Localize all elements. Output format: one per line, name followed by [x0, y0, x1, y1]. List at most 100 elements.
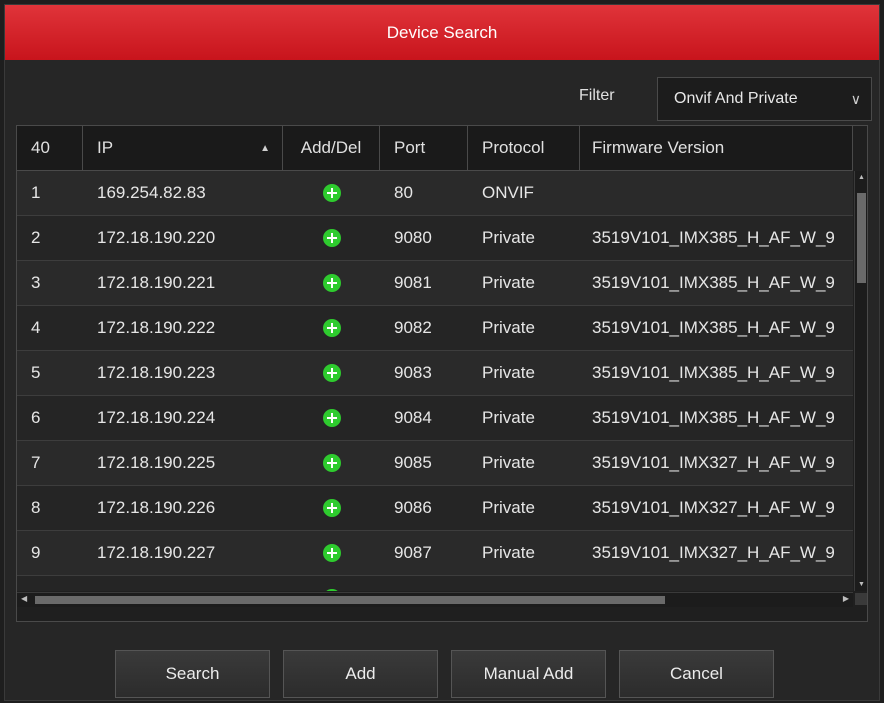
row-protocol: Private [482, 273, 535, 292]
row-port: 9087 [394, 543, 432, 562]
row-protocol: ONVIF [482, 183, 534, 202]
add-device-button[interactable] [283, 171, 380, 215]
table-row[interactable]: 5 172.18.190.223 9083 Private 3519V101_I… [17, 351, 853, 396]
row-protocol: Private [482, 363, 535, 382]
row-firmware: 3519V101_IMX385_H_AF_W_9 [592, 408, 835, 427]
row-index: 2 [31, 228, 41, 247]
header-port[interactable]: Port [380, 126, 468, 170]
table-row[interactable]: 6 172.18.190.224 9084 Private 3519V101_I… [17, 396, 853, 441]
scroll-down-icon[interactable]: ▼ [858, 581, 865, 588]
header-ip[interactable]: IP ▲ [83, 126, 283, 170]
row-protocol: Private [482, 228, 535, 247]
table-row[interactable]: 8 172.18.190.226 9086 Private 3519V101_I… [17, 486, 853, 531]
table-header: 40 IP ▲ Add/Del Port Protocol Firmware V… [17, 126, 853, 171]
table-row[interactable]: 3 172.18.190.221 9081 Private 3519V101_I… [17, 261, 853, 306]
plus-circle-icon [322, 364, 341, 382]
row-ip: 172.18.190.225 [97, 453, 216, 472]
manual-add-button[interactable]: Manual Add [451, 650, 606, 698]
row-index: 7 [31, 453, 41, 472]
table-body: 1 169.254.82.83 80 ONVIF 2 172.18.190.22… [17, 171, 853, 591]
add-button[interactable]: Add [283, 650, 438, 698]
row-index: 9 [31, 543, 41, 562]
filter-value: Onvif And Private [674, 90, 798, 107]
row-ip: 172.18.190.228 [83, 576, 283, 591]
add-device-button[interactable] [283, 441, 380, 485]
horizontal-scroll-thumb[interactable] [35, 596, 665, 604]
header-firmware[interactable]: Firmware Version [580, 126, 853, 170]
scroll-left-icon[interactable]: ◀ [21, 594, 27, 603]
scrollbar-corner [855, 593, 867, 605]
plus-circle-icon [322, 409, 341, 427]
row-port: 9084 [394, 408, 432, 427]
add-device-button[interactable] [283, 396, 380, 440]
row-firmware: 3519V101_IMX385_H_AF_W_9 [592, 318, 835, 337]
row-ip: 172.18.190.226 [97, 498, 216, 517]
device-search-dialog: Device Search Filter Onvif And Private ∨… [4, 4, 880, 701]
add-device-button[interactable] [283, 351, 380, 395]
row-ip: 172.18.190.223 [97, 363, 216, 382]
plus-circle-icon [322, 544, 341, 562]
table-row[interactable]: 7 172.18.190.225 9085 Private 3519V101_I… [17, 441, 853, 486]
table-row[interactable]: 9 172.18.190.227 9087 Private 3519V101_I… [17, 531, 853, 576]
filter-select[interactable]: Onvif And Private ∨ [657, 77, 872, 121]
sort-ascending-icon: ▲ [260, 142, 270, 154]
header-protocol[interactable]: Protocol [468, 126, 580, 170]
header-count[interactable]: 40 [17, 126, 83, 170]
dialog-title: Device Search [5, 5, 879, 60]
plus-circle-icon [322, 274, 341, 292]
row-port: 9088 [380, 576, 468, 591]
plus-circle-icon [322, 499, 341, 517]
table-row[interactable]: 4 172.18.190.222 9082 Private 3519V101_I… [17, 306, 853, 351]
row-index: 4 [31, 318, 41, 337]
device-table: 40 IP ▲ Add/Del Port Protocol Firmware V… [16, 125, 868, 622]
row-protocol: Private [482, 318, 535, 337]
row-firmware: 3519V101_IMX327_H_AF_W_9 [592, 543, 835, 562]
table-row[interactable]: 1 169.254.82.83 80 ONVIF [17, 171, 853, 216]
chevron-down-icon: ∨ [850, 91, 861, 107]
row-firmware: 3519V101_IMX385_H_AF_W_9 [592, 228, 835, 247]
row-protocol: Private [482, 453, 535, 472]
header-ip-label: IP [97, 138, 114, 157]
plus-circle-icon [322, 589, 341, 591]
table-row[interactable]: 10 172.18.190.228 9088 Private 3519V101_… [17, 576, 853, 591]
row-firmware: 3519V101_IMX385_H_AF_W_9 [592, 363, 835, 382]
row-firmware [580, 171, 853, 215]
row-port: 80 [394, 183, 413, 202]
add-device-button[interactable] [283, 261, 380, 305]
row-firmware: 3519V101_IMX327_H_AF_W_9 [580, 576, 853, 591]
row-port: 9085 [394, 453, 432, 472]
row-firmware: 3519V101_IMX385_H_AF_W_9 [592, 273, 835, 292]
row-index: 10 [17, 576, 83, 591]
table-row[interactable]: 2 172.18.190.220 9080 Private 3519V101_I… [17, 216, 853, 261]
row-firmware: 3519V101_IMX327_H_AF_W_9 [592, 453, 835, 472]
row-protocol: Private [482, 498, 535, 517]
plus-circle-icon [322, 319, 341, 337]
row-protocol: Private [482, 408, 535, 427]
vertical-scroll-thumb[interactable] [857, 193, 866, 283]
row-ip: 172.18.190.222 [97, 318, 216, 337]
row-ip: 172.18.190.227 [97, 543, 216, 562]
row-ip: 172.18.190.221 [97, 273, 216, 292]
scroll-right-icon[interactable]: ▶ [843, 594, 849, 603]
row-index: 5 [31, 363, 41, 382]
add-device-button[interactable] [283, 486, 380, 530]
row-firmware: 3519V101_IMX327_H_AF_W_9 [592, 498, 835, 517]
add-device-button[interactable] [283, 216, 380, 260]
vertical-scrollbar[interactable]: ▲ ▼ [854, 171, 867, 591]
add-device-button[interactable] [283, 306, 380, 350]
horizontal-scrollbar[interactable]: ◀ ▶ [17, 592, 853, 607]
row-index: 8 [31, 498, 41, 517]
add-device-button[interactable] [283, 531, 380, 575]
plus-circle-icon [322, 454, 341, 472]
search-button[interactable]: Search [115, 650, 270, 698]
row-index: 6 [31, 408, 41, 427]
header-add-del[interactable]: Add/Del [283, 126, 380, 170]
row-protocol: Private [468, 576, 580, 591]
row-protocol: Private [482, 543, 535, 562]
row-port: 9081 [394, 273, 432, 292]
scroll-up-icon[interactable]: ▲ [858, 174, 865, 181]
plus-circle-icon [322, 184, 341, 202]
add-device-button[interactable] [283, 576, 380, 591]
cancel-button[interactable]: Cancel [619, 650, 774, 698]
row-index: 1 [31, 183, 41, 202]
